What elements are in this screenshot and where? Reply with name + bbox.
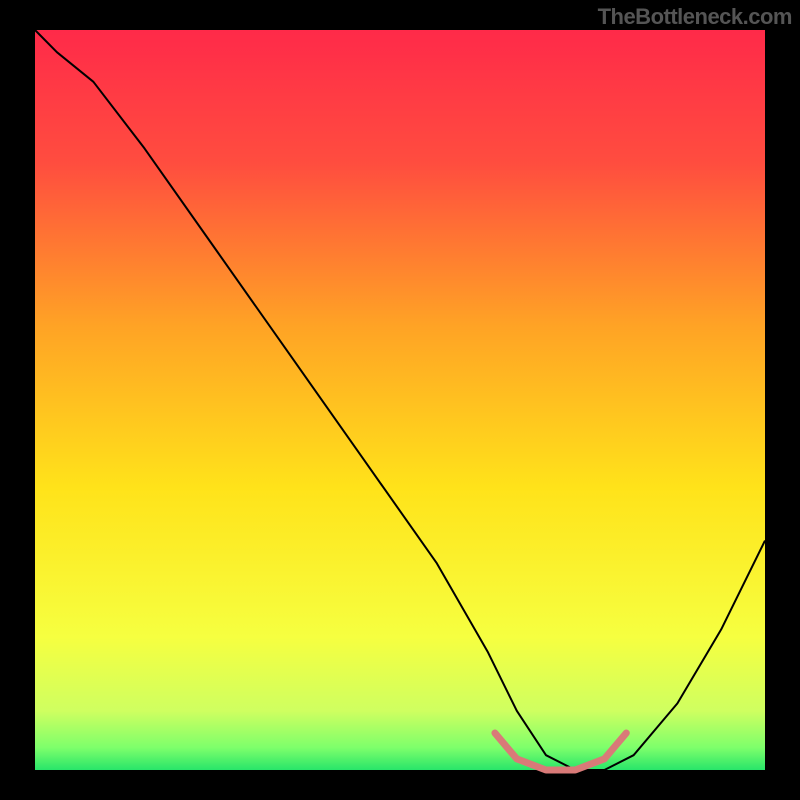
bottleneck-chart bbox=[0, 0, 800, 800]
watermark-text: TheBottleneck.com bbox=[598, 4, 792, 30]
plot-background bbox=[35, 30, 765, 770]
chart-frame: TheBottleneck.com bbox=[0, 0, 800, 800]
